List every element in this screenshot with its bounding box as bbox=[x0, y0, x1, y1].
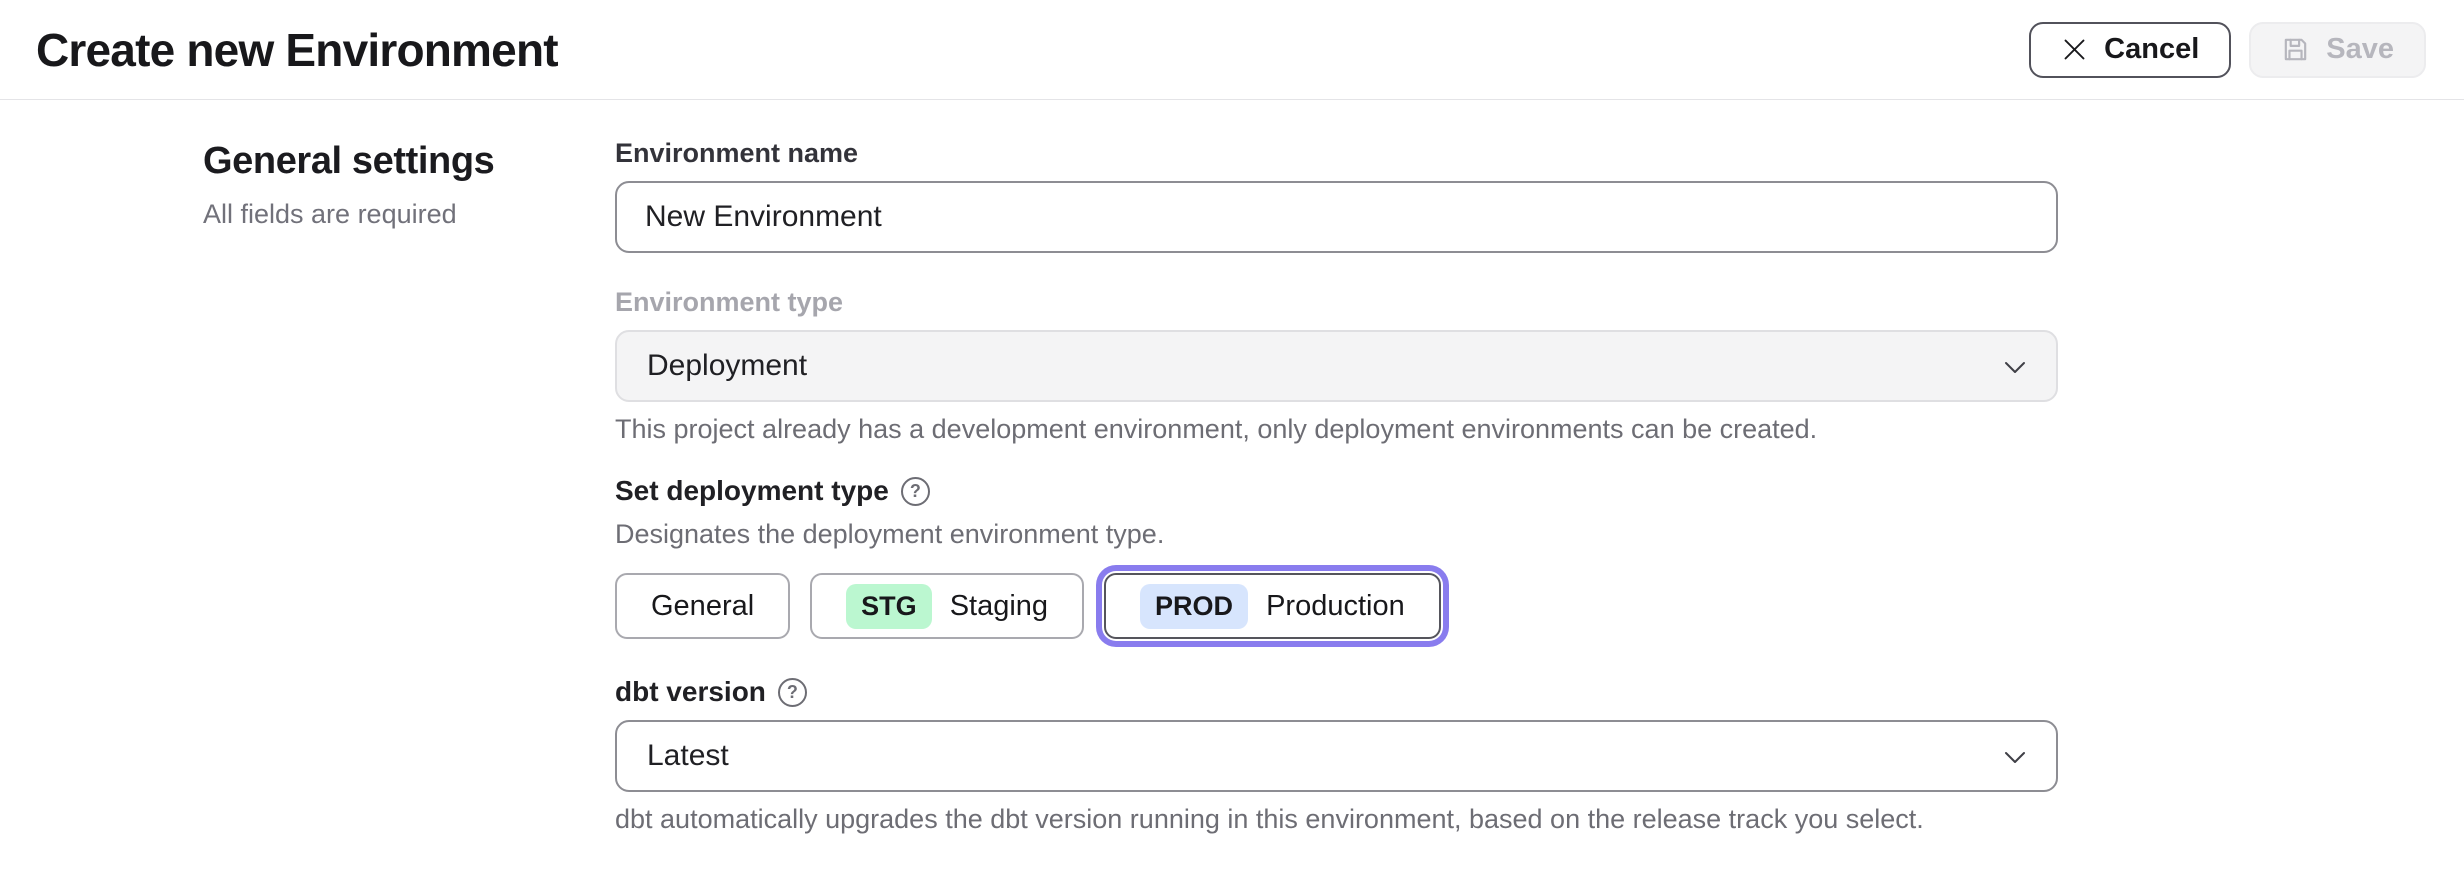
save-button-label: Save bbox=[2326, 33, 2394, 66]
close-icon bbox=[2061, 36, 2088, 63]
chevron-down-icon bbox=[2004, 739, 2026, 773]
field-environment-type: Environment type Deployment This project… bbox=[615, 287, 2058, 445]
environment-type-select[interactable]: Deployment bbox=[615, 330, 2058, 402]
help-icon[interactable]: ? bbox=[901, 477, 930, 506]
deployment-type-label: Set deployment type ? bbox=[615, 475, 2058, 507]
page-title: Create new Environment bbox=[36, 23, 558, 77]
cancel-button-label: Cancel bbox=[2104, 33, 2199, 66]
deployment-type-options: General STG Staging PROD Production bbox=[615, 566, 2058, 646]
dbt-version-label-text: dbt version bbox=[615, 676, 766, 708]
field-deployment-type: Set deployment type ? Designates the dep… bbox=[615, 475, 2058, 646]
section-title: General settings bbox=[203, 140, 615, 183]
deployment-type-option-staging[interactable]: STG Staging bbox=[810, 573, 1084, 639]
environment-name-label: Environment name bbox=[615, 138, 2058, 169]
deployment-type-option-staging-label: Staging bbox=[950, 590, 1048, 623]
page-header: Create new Environment Cancel Save bbox=[0, 0, 2464, 100]
environment-name-input[interactable] bbox=[615, 181, 2058, 253]
field-dbt-version: dbt version ? Latest dbt automatically u… bbox=[615, 676, 2058, 835]
environment-type-value: Deployment bbox=[647, 349, 807, 383]
dbt-version-select[interactable]: Latest bbox=[615, 720, 2058, 792]
chevron-down-icon bbox=[2004, 349, 2026, 383]
section-intro: General settings All fields are required bbox=[0, 138, 615, 872]
save-icon bbox=[2281, 35, 2310, 64]
environment-type-helper: This project already has a development e… bbox=[615, 414, 2058, 445]
section-subtitle: All fields are required bbox=[203, 199, 615, 230]
environment-form: Environment name Environment type Deploy… bbox=[615, 138, 2058, 872]
deployment-type-label-text: Set deployment type bbox=[615, 475, 889, 507]
deployment-type-option-general-label: General bbox=[651, 590, 754, 623]
deployment-type-option-production-label: Production bbox=[1266, 590, 1405, 623]
cancel-button[interactable]: Cancel bbox=[2029, 22, 2231, 78]
dbt-version-helper: dbt automatically upgrades the dbt versi… bbox=[615, 804, 2058, 835]
dbt-version-label: dbt version ? bbox=[615, 676, 2058, 708]
main-content: General settings All fields are required… bbox=[0, 100, 2464, 872]
field-environment-name: Environment name bbox=[615, 138, 2058, 253]
header-actions: Cancel Save bbox=[2029, 22, 2426, 78]
help-icon[interactable]: ? bbox=[778, 678, 807, 707]
staging-badge: STG bbox=[846, 584, 932, 629]
environment-type-label: Environment type bbox=[615, 287, 2058, 318]
deployment-type-helper: Designates the deployment environment ty… bbox=[615, 519, 2058, 550]
save-button[interactable]: Save bbox=[2249, 22, 2426, 78]
deployment-type-option-production[interactable]: PROD Production bbox=[1104, 573, 1441, 639]
production-badge: PROD bbox=[1140, 584, 1248, 629]
deployment-type-option-general[interactable]: General bbox=[615, 573, 790, 639]
dbt-version-value: Latest bbox=[647, 739, 729, 773]
